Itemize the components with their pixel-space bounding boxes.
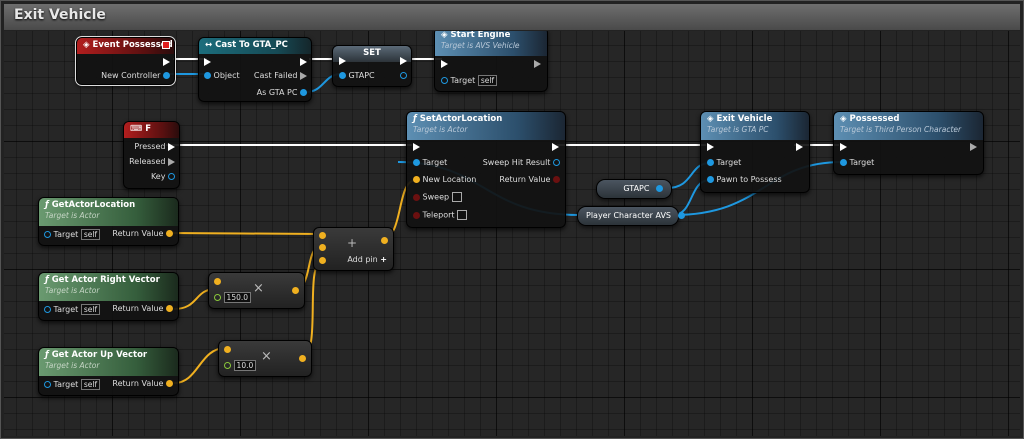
target-pin[interactable]: Target xyxy=(840,158,874,167)
new-controller-pin[interactable]: New Controller xyxy=(101,71,170,80)
float-in-pin[interactable]: 150.0 xyxy=(214,292,252,303)
graph-title: Exit Vehicle xyxy=(14,7,106,23)
event-possessed-node[interactable]: ◈ Event Possessed New Controller xyxy=(75,36,176,86)
result-out-pin[interactable] xyxy=(292,286,299,295)
set-gtapc-node[interactable]: SET GTAPC xyxy=(332,45,412,87)
gtapc-in-pin[interactable]: GTAPC xyxy=(339,71,375,80)
add-input-pin-a[interactable] xyxy=(319,231,326,240)
key-f-header: ⌨ F xyxy=(124,122,179,138)
return-value-pin[interactable]: Return Value xyxy=(112,304,173,313)
get-actor-up-vector-header: ƒ Get Actor Up Vector Target is Actor xyxy=(39,348,178,376)
cast-arrows-icon: ↔ xyxy=(205,40,213,50)
exec-out-pin[interactable] xyxy=(300,57,307,66)
exec-in-pin[interactable] xyxy=(413,142,420,151)
add-input-pin-b[interactable] xyxy=(319,243,326,252)
float-in-pin[interactable]: 10.0 xyxy=(224,360,257,371)
function-f-icon: ƒ xyxy=(45,350,49,360)
exit-vehicle-header: ◈ Exit Vehicle Target is GTA PC xyxy=(701,112,809,140)
add-operator-icon: + xyxy=(347,236,358,250)
teleport-checkbox[interactable] xyxy=(457,210,468,220)
get-actor-right-vector-node[interactable]: ƒ Get Actor Right Vector Target is Actor … xyxy=(38,272,179,321)
sweep-hit-result-pin[interactable]: Sweep Hit Result xyxy=(483,158,560,167)
function-f-icon: ƒ xyxy=(45,200,49,210)
as-gta-pc-pin[interactable]: As GTA PC xyxy=(257,88,307,97)
sweep-checkbox[interactable] xyxy=(451,192,462,202)
event-diamond-icon: ◈ xyxy=(83,40,90,50)
graph-title-bar: Exit Vehicle xyxy=(4,4,1020,31)
keyboard-icon: ⌨ xyxy=(130,124,143,134)
exec-in-pin[interactable] xyxy=(204,57,211,66)
set-actor-location-header: ƒ SetActorLocation Target is Actor xyxy=(407,112,565,140)
vector-in-pin[interactable] xyxy=(214,277,221,286)
return-value-pin[interactable]: Return Value xyxy=(112,379,173,388)
player-character-avs-variable-node[interactable]: Player Character AVS xyxy=(577,206,685,226)
event-diamond-icon: ◈ xyxy=(707,114,714,124)
key-pin[interactable]: Key xyxy=(151,172,175,181)
return-value-pin[interactable]: Return Value xyxy=(499,175,560,184)
start-engine-node[interactable]: ◈ Start Engine Target is AVS Vehicle Targ… xyxy=(434,31,548,92)
get-actor-location-node[interactable]: ƒ GetActorLocation Target is Actor Target… xyxy=(38,197,179,246)
target-pin[interactable]: Target self xyxy=(44,229,101,240)
pressed-pin[interactable]: Pressed xyxy=(134,142,175,151)
target-pin[interactable]: Target self xyxy=(44,379,101,390)
exec-in-pin[interactable] xyxy=(339,56,346,65)
exec-in-pin[interactable] xyxy=(840,142,847,151)
teleport-pin[interactable]: Teleport xyxy=(413,210,468,220)
target-pin[interactable]: Target self xyxy=(44,304,101,315)
function-f-icon: ƒ xyxy=(413,114,417,124)
get-actor-up-vector-node[interactable]: ƒ Get Actor Up Vector Target is Actor Tar… xyxy=(38,347,179,396)
exec-out-pin[interactable] xyxy=(796,142,803,151)
vector-in-pin[interactable] xyxy=(224,345,231,354)
possessed-header: ◈ Possessed Target is Third Person Charac… xyxy=(834,112,983,140)
delegate-pin-icon[interactable] xyxy=(162,41,170,49)
exec-out-pin[interactable] xyxy=(534,59,541,68)
object-pin[interactable]: Object xyxy=(204,71,240,80)
gtapc-variable-node[interactable]: GTAPC xyxy=(596,179,672,199)
blueprint-graph-window: Exit Vehicle ◈ Event Possessed New Contr… xyxy=(0,0,1024,439)
cast-header: ↔ Cast To GTA_PC xyxy=(199,38,311,54)
exec-in-pin[interactable] xyxy=(707,142,714,151)
add-pin-plus-icon: + xyxy=(380,255,387,264)
exec-out-pin[interactable] xyxy=(552,142,559,151)
graph-canvas[interactable]: ◈ Event Possessed New Controller ↔ Cast To… xyxy=(4,31,1020,436)
multiply-right-node[interactable]: 150.0 × xyxy=(208,272,305,309)
cast-failed-pin[interactable]: Cast Failed xyxy=(254,71,307,80)
event-diamond-icon: ◈ xyxy=(441,31,448,40)
return-value-pin[interactable]: Return Value xyxy=(112,229,173,238)
exec-out-pin[interactable] xyxy=(970,142,977,151)
gtapc-out-pin[interactable] xyxy=(400,71,407,80)
released-pin[interactable]: Released xyxy=(129,157,175,166)
result-out-pin[interactable] xyxy=(299,354,306,363)
exec-out-pin[interactable] xyxy=(163,57,170,66)
target-pin[interactable]: Target self xyxy=(441,75,498,86)
get-actor-location-header: ƒ GetActorLocation Target is Actor xyxy=(39,198,178,226)
exec-out-pin[interactable] xyxy=(400,56,407,65)
set-actor-location-node[interactable]: ƒ SetActorLocation Target is Actor Target… xyxy=(406,111,566,228)
exit-vehicle-node[interactable]: ◈ Exit Vehicle Target is GTA PC Target Pa… xyxy=(700,111,810,193)
exec-in-pin[interactable] xyxy=(441,59,448,68)
multiply-icon: × xyxy=(253,281,264,296)
multiply-up-node[interactable]: 10.0 × xyxy=(218,340,312,377)
add-pin-button[interactable]: Add pin + xyxy=(347,255,387,264)
add-vector-node[interactable]: + Add pin + xyxy=(313,227,394,271)
target-pin[interactable]: Target xyxy=(413,158,447,167)
event-possessed-header: ◈ Event Possessed xyxy=(77,38,174,54)
key-f-node[interactable]: ⌨ F Pressed Released Key xyxy=(123,121,180,189)
sweep-pin[interactable]: Sweep xyxy=(413,192,462,202)
pawn-to-possess-pin[interactable]: Pawn to Possess xyxy=(707,175,782,184)
new-location-pin[interactable]: New Location xyxy=(413,175,476,184)
cast-to-gta-pc-node[interactable]: ↔ Cast To GTA_PC Object Cast Failed As GT… xyxy=(198,37,312,102)
sum-out-pin[interactable] xyxy=(381,236,388,245)
target-pin[interactable]: Target xyxy=(707,158,741,167)
start-engine-header: ◈ Start Engine Target is AVS Vehicle xyxy=(435,31,547,56)
vector-wire xyxy=(166,232,323,235)
function-f-icon: ƒ xyxy=(45,275,49,285)
event-diamond-icon: ◈ xyxy=(840,114,847,124)
add-input-pin-c[interactable] xyxy=(319,256,326,265)
multiply-icon: × xyxy=(261,349,272,364)
get-actor-right-vector-header: ƒ Get Actor Right Vector Target is Actor xyxy=(39,273,178,301)
possessed-node[interactable]: ◈ Possessed Target is Third Person Charac… xyxy=(833,111,984,175)
